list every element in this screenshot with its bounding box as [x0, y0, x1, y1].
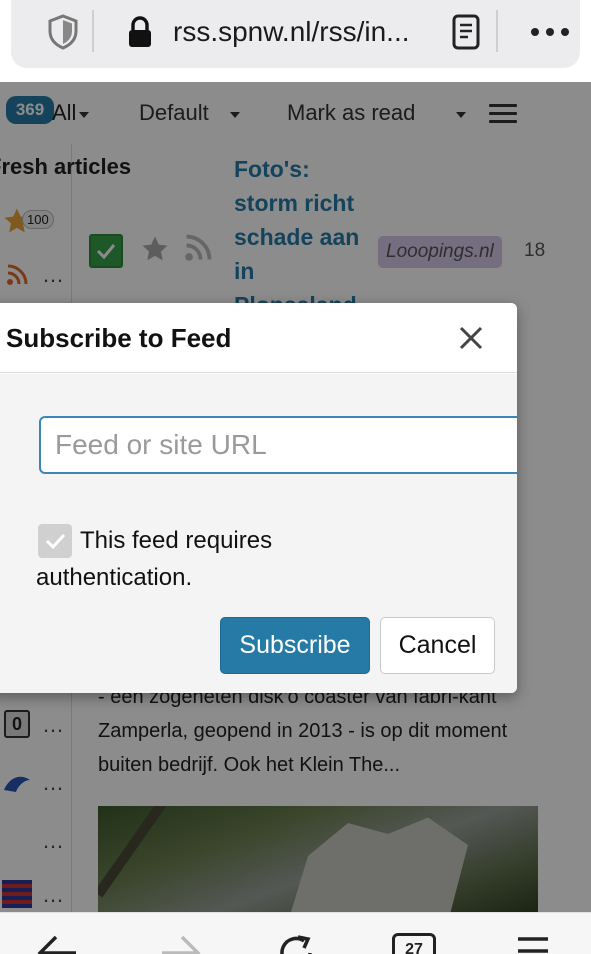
url-text[interactable]: rss.spnw.nl/rss/in...	[173, 14, 435, 50]
tabs-icon[interactable]: 27	[392, 933, 436, 954]
url-bar[interactable]: rss.spnw.nl/rss/in...	[11, 0, 580, 68]
divider	[496, 10, 498, 52]
back-arrow-icon[interactable]	[34, 931, 78, 954]
lock-icon[interactable]	[127, 16, 153, 48]
dialog-body: This feed requires authentication. Subsc…	[0, 374, 517, 693]
subscribe-dialog: Subscribe to Feed This feed requires aut…	[0, 303, 517, 693]
more-dots-icon[interactable]	[529, 22, 571, 42]
cancel-button[interactable]: Cancel	[380, 617, 495, 674]
close-icon[interactable]	[454, 321, 488, 355]
shield-icon[interactable]	[47, 14, 79, 50]
menu-icon[interactable]	[516, 931, 550, 954]
browser-toolbar: rss.spnw.nl/rss/in...	[0, 0, 591, 82]
feed-url-input[interactable]	[39, 416, 517, 474]
subscribe-button[interactable]: Subscribe	[220, 617, 370, 674]
forward-arrow-icon[interactable]	[160, 931, 204, 954]
dialog-title: Subscribe to Feed	[6, 323, 232, 353]
browser-bottom-bar: 27	[0, 912, 591, 954]
divider	[92, 10, 94, 52]
auth-label[interactable]: This feed requires authentication.	[36, 522, 356, 596]
dialog-header: Subscribe to Feed	[0, 303, 517, 373]
reload-icon[interactable]	[276, 931, 318, 954]
reader-mode-icon[interactable]	[452, 14, 480, 50]
